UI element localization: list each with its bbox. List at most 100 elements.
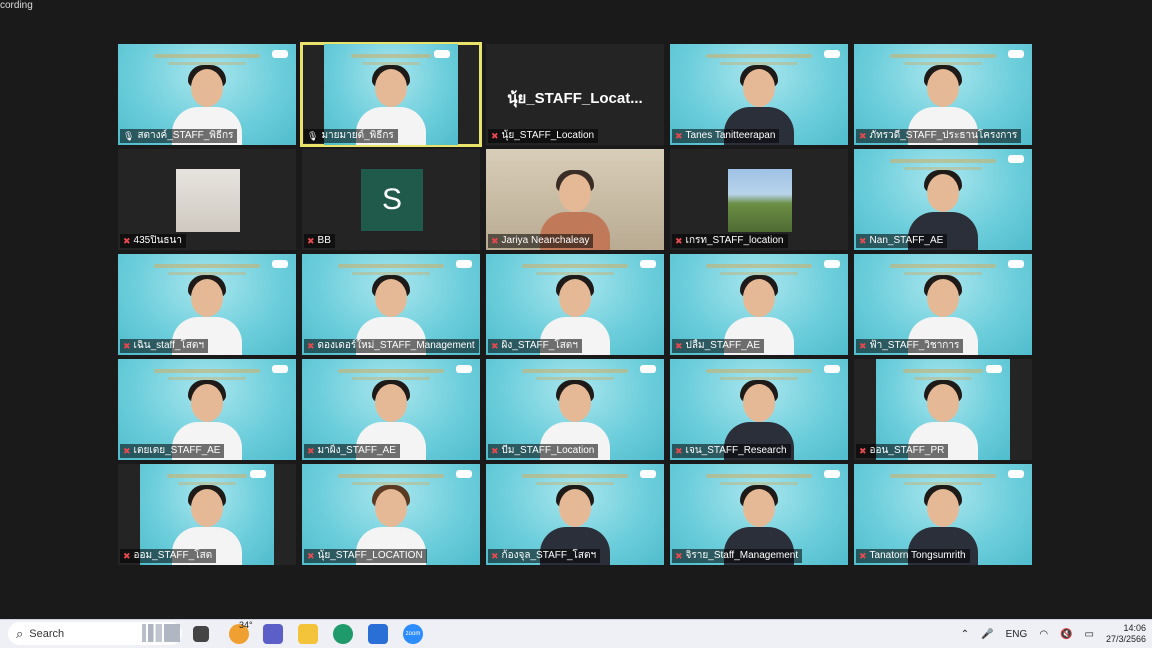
banner-logo xyxy=(640,260,656,268)
mic-muted-icon: ✖ xyxy=(123,341,131,351)
participant-tile[interactable]: ✖ ผิง_STAFF_โสตฯ xyxy=(486,254,664,355)
participant-name: ผิง_STAFF_โสตฯ xyxy=(501,340,578,351)
mic-muted-icon: ✖ xyxy=(123,446,131,456)
participant-tile[interactable]: ✖ ฟ้า_STAFF_วิชาการ xyxy=(854,254,1032,355)
profile-photo xyxy=(176,169,240,232)
name-label: 🎙 สตางค์_STAFF_พิธีกร xyxy=(120,129,238,143)
name-label: ✖ มาผิ้ง_STAFF_AE xyxy=(304,444,400,458)
participant-tile[interactable]: ✖ เจน_STAFF_Research xyxy=(670,359,848,460)
mic-muted-icon: ✖ xyxy=(675,551,683,561)
participant-name: ดองเดอร์ใหม่_STAFF_Management xyxy=(317,340,475,351)
banner-logo xyxy=(986,365,1002,373)
name-label: ✖ ออน_STAFF_PR xyxy=(856,444,949,458)
recording-label: cording xyxy=(0,0,33,11)
gallery-grid: 🎙 สตางค์_STAFF_พิธีกร 🎙 มายมายด์_พิธีกร นุ… xyxy=(118,42,1032,565)
mic-muted-icon: ✖ xyxy=(859,131,867,141)
language-indicator[interactable]: ENG xyxy=(1006,629,1028,640)
name-label: ✖ เฉิน_staff_โสตฯ xyxy=(120,339,209,353)
mic-muted-icon: ✖ xyxy=(307,446,315,456)
participant-name: เจน_STAFF_Research xyxy=(685,445,787,456)
volume-muted-icon[interactable]: 🔇 xyxy=(1060,629,1072,640)
name-label: ✖ ออม_STAFF_โสต xyxy=(120,549,217,563)
participant-tile[interactable]: ✖ จิราย_Staff_Management xyxy=(670,464,848,565)
edge-browser-icon[interactable] xyxy=(333,624,353,644)
teams-chat-icon[interactable] xyxy=(263,624,283,644)
participant-name: มาผิ้ง_STAFF_AE xyxy=(317,445,396,456)
name-label: ✖ จิราย_Staff_Management xyxy=(672,549,803,563)
participant-name: ก้องจุล_STAFF_โสตฯ xyxy=(501,550,597,561)
store-icon[interactable] xyxy=(368,624,388,644)
participant-tile[interactable]: ✖ ออน_STAFF_PR xyxy=(854,359,1032,460)
participant-name: Jariya Neanchaleay xyxy=(501,235,590,246)
participant-tile[interactable]: ✖ บีม_STAFF_Location xyxy=(486,359,664,460)
participant-tile[interactable]: 🎙 สตางค์_STAFF_พิธีกร xyxy=(118,44,296,145)
task-view-icon[interactable] xyxy=(193,626,209,642)
mic-on-icon: 🎙 xyxy=(123,131,135,141)
participant-name: เตยเตย_STAFF_AE xyxy=(133,445,221,456)
mic-muted-icon: ✖ xyxy=(859,236,867,246)
chevron-up-icon[interactable]: ⌃ xyxy=(961,629,969,640)
banner-logo xyxy=(434,50,450,58)
name-label: ✖ Nan_STAFF_AE xyxy=(856,234,948,248)
participant-tile[interactable]: ✖ นุ้ย_STAFF_LOCATION xyxy=(302,464,480,565)
name-label: ✖ เตยเตย_STAFF_AE xyxy=(120,444,225,458)
mic-muted-icon: ✖ xyxy=(675,446,683,456)
name-label: ✖ BB xyxy=(304,234,335,248)
name-label: ✖ ฟ้า_STAFF_วิชาการ xyxy=(856,339,964,353)
participant-tile[interactable]: ✖ เกรท_STAFF_location xyxy=(670,149,848,250)
participant-tile[interactable]: ✖ มาผิ้ง_STAFF_AE xyxy=(302,359,480,460)
mic-muted-icon: ✖ xyxy=(123,236,131,246)
name-label: ✖ ผิง_STAFF_โสตฯ xyxy=(488,339,582,353)
participant-tile[interactable]: ✖ Nan_STAFF_AE xyxy=(854,149,1032,250)
participant-tile[interactable]: ✖ ปลื้ม_STAFF_AE xyxy=(670,254,848,355)
participant-tile[interactable]: ✖ ออม_STAFF_โสต xyxy=(118,464,296,565)
participant-tile[interactable]: ✖ ดองเดอร์ใหม่_STAFF_Management xyxy=(302,254,480,355)
mic-muted-icon: ✖ xyxy=(491,341,499,351)
camera-off-name: นุ้ย_STAFF_Locat... xyxy=(507,90,643,107)
participant-tile[interactable]: ✖ Tanes Tanitteerapan xyxy=(670,44,848,145)
participant-tile[interactable]: ✖ 435ปิ่นธนา xyxy=(118,149,296,250)
banner-logo xyxy=(1008,50,1024,58)
mic-muted-icon: ✖ xyxy=(859,341,867,351)
participant-tile[interactable]: ✖ Tanatorn Tongsumrith xyxy=(854,464,1032,565)
participant-tile-active-speaker[interactable]: 🎙 มายมายด์_พิธีกร xyxy=(300,42,482,147)
clock[interactable]: 14:06 27/3/2566 xyxy=(1106,623,1146,645)
participant-tile[interactable]: ✖ ก้องจุล_STAFF_โสตฯ xyxy=(486,464,664,565)
battery-icon[interactable]: ▭ xyxy=(1085,629,1094,640)
participant-name: สตางค์_STAFF_พิธีกร xyxy=(137,130,234,141)
mic-muted-icon: ✖ xyxy=(307,551,315,561)
participant-tile[interactable]: ✖ ภัทรวดี_STAFF_ประธานโครงการ xyxy=(854,44,1032,145)
mic-muted-icon: ✖ xyxy=(675,236,683,246)
banner-logo xyxy=(640,365,656,373)
mic-muted-icon: ✖ xyxy=(675,131,683,141)
banner-logo xyxy=(824,50,840,58)
wifi-icon[interactable]: ◠ xyxy=(1039,629,1048,640)
participant-name: บีม_STAFF_Location xyxy=(501,445,595,456)
mic-muted-icon: ✖ xyxy=(123,551,131,561)
banner-logo xyxy=(824,365,840,373)
zoom-app-icon[interactable]: zoom xyxy=(403,624,423,644)
participant-tile[interactable]: ✖ เฉิน_staff_โสตฯ xyxy=(118,254,296,355)
weather-temperature: 34° xyxy=(239,620,253,630)
banner-logo xyxy=(1008,260,1024,268)
file-explorer-icon[interactable] xyxy=(298,624,318,644)
mic-muted-icon: ✖ xyxy=(307,236,315,246)
name-label: ✖ ภัทรวดี_STAFF_ประธานโครงการ xyxy=(856,129,1022,143)
name-label: ✖ ดองเดอร์ใหม่_STAFF_Management xyxy=(304,339,479,353)
search-highlight-image xyxy=(142,624,180,642)
participant-name: Tanes Tanitteerapan xyxy=(685,130,776,141)
participant-tile[interactable]: ✖ Jariya Neanchaleay xyxy=(486,149,664,250)
microphone-icon[interactable]: 🎤 xyxy=(981,629,993,640)
participant-tile[interactable]: ✖ เตยเตย_STAFF_AE xyxy=(118,359,296,460)
system-tray: ⌃ 🎤 ENG ◠ 🔇 ▭ 14:06 27/3/2566 xyxy=(955,620,1152,648)
mic-muted-icon: ✖ xyxy=(675,341,683,351)
participant-tile[interactable]: S ✖ BB xyxy=(302,149,480,250)
participant-name: นุ้ย_STAFF_Location xyxy=(501,130,595,141)
name-label: ✖ ปลื้ม_STAFF_AE xyxy=(672,339,764,353)
banner-logo xyxy=(824,260,840,268)
participant-tile[interactable]: นุ้ย_STAFF_Locat... ✖ นุ้ย_STAFF_Location xyxy=(486,44,664,145)
clock-date: 27/3/2566 xyxy=(1105,634,1146,644)
banner-logo xyxy=(272,50,288,58)
participant-name: Nan_STAFF_AE xyxy=(869,235,944,246)
name-label: ✖ Tanes Tanitteerapan xyxy=(672,129,780,143)
